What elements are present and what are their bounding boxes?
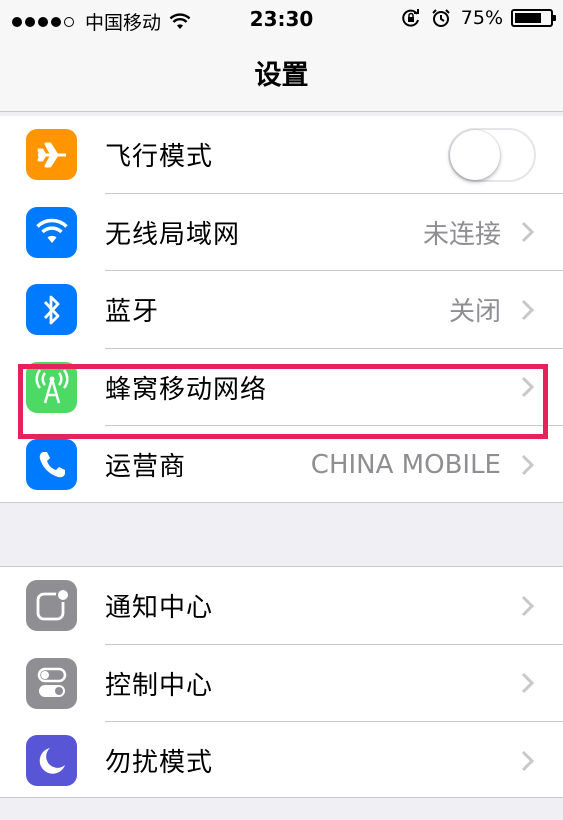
chevron-right-icon (521, 595, 535, 616)
settings-row-value: CHINA MOBILE (310, 449, 501, 480)
chevron-right-icon (521, 222, 535, 243)
notification-center-icon (26, 580, 77, 632)
settings-group-system: 通知中心 控制中心 勿扰模式 (0, 566, 563, 798)
chevron-right-icon (521, 673, 535, 694)
settings-group-connectivity: 飞行模式 无线局域网 未连接 蓝牙 关闭 蜂窝移动网络 运营商 CHINA MO… (0, 116, 563, 503)
battery-icon (511, 9, 556, 27)
airplane-mode-toggle[interactable] (448, 127, 536, 182)
settings-row-label: 飞行模式 (105, 142, 214, 173)
alarm-icon (432, 9, 450, 27)
toggle-knob (450, 129, 500, 180)
chevron-right-icon (521, 299, 535, 320)
settings-row-label: 控制中心 (105, 670, 214, 701)
settings-row-control-center[interactable]: 控制中心 (0, 645, 563, 722)
moon-icon (26, 735, 77, 787)
cellular-antenna-icon (26, 361, 77, 413)
settings-row-value: 关闭 (448, 297, 501, 328)
settings-row-label: 无线局域网 (105, 219, 241, 250)
status-bar: 中国移动 23:30 75% (0, 0, 563, 38)
chevron-right-icon (521, 377, 535, 398)
settings-row-carrier[interactable]: 运营商 CHINA MOBILE (0, 426, 563, 504)
settings-row-label: 通知中心 (105, 593, 214, 624)
page-title: 设置 (254, 60, 309, 91)
navigation-bar: 设置 (0, 38, 563, 112)
settings-row-label: 运营商 (105, 452, 187, 483)
settings-row-label: 勿扰模式 (105, 748, 214, 779)
settings-row-airplane-mode[interactable]: 飞行模式 (0, 116, 563, 194)
chevron-right-icon (521, 454, 535, 475)
settings-row-do-not-disturb[interactable]: 勿扰模式 (0, 722, 563, 800)
settings-row-label: 蜂窝移动网络 (105, 374, 268, 405)
chevron-right-icon (521, 750, 535, 771)
airplane-icon (26, 129, 77, 181)
settings-row-bluetooth[interactable]: 蓝牙 关闭 (0, 271, 563, 349)
settings-row-value: 未连接 (422, 219, 501, 250)
settings-row-label: 蓝牙 (105, 297, 160, 328)
status-right: 75% (401, 7, 556, 29)
wifi-icon (26, 206, 77, 258)
bluetooth-icon (26, 284, 77, 336)
rotation-lock-icon (402, 9, 419, 27)
phone-icon (26, 439, 77, 491)
settings-row-wifi[interactable]: 无线局域网 未连接 (0, 194, 563, 271)
control-center-icon (26, 657, 77, 709)
settings-row-cellular[interactable]: 蜂窝移动网络 (0, 349, 563, 426)
battery-percentage: 75% (460, 7, 503, 29)
settings-row-notification-center[interactable]: 通知中心 (0, 567, 563, 645)
